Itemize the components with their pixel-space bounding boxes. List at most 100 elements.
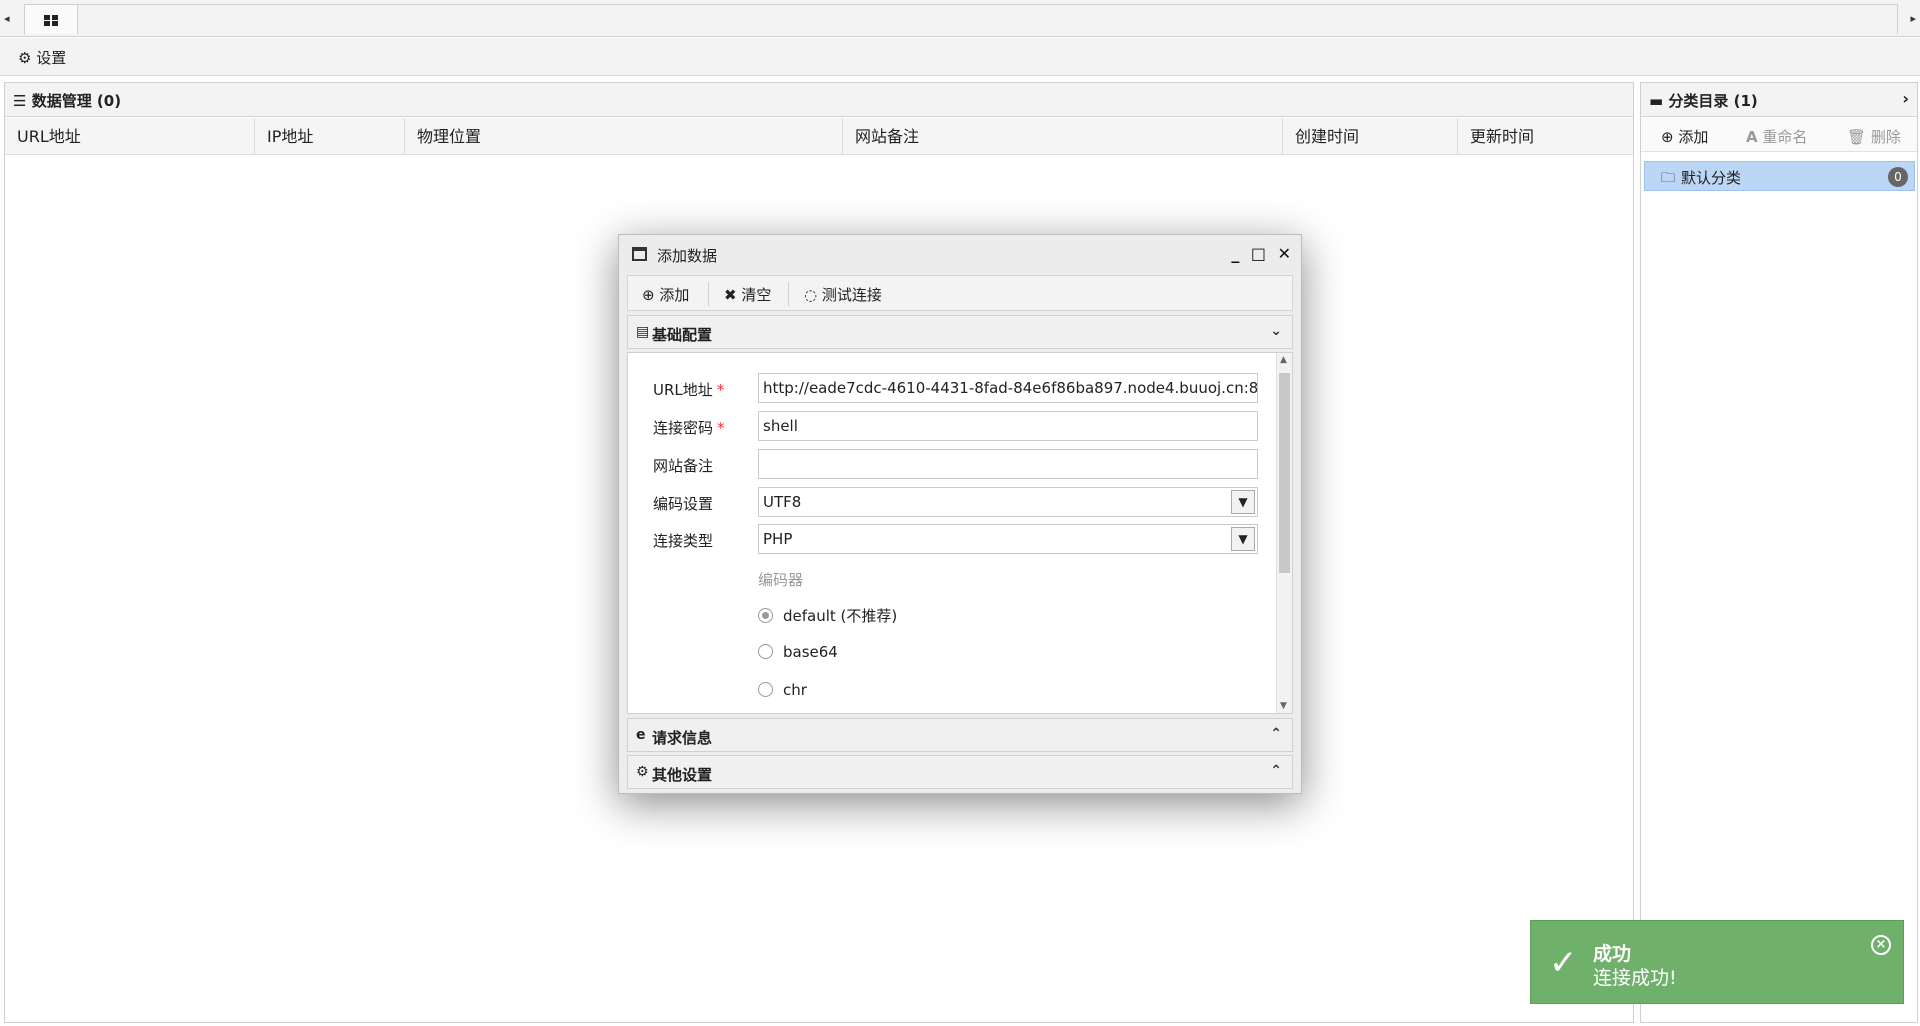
column-header-ip[interactable]: IP地址 (255, 118, 405, 155)
category-panel: ▬ 分类目录 (1) › ⊕ 添加 A 重命名 🗑 删除 🗀 默认分类 0 (1640, 82, 1918, 1023)
encoder-option-chr[interactable]: chr (758, 681, 807, 699)
tab-strip-empty-area (78, 4, 1898, 34)
encoding-select[interactable]: UTF8 ▼ (758, 487, 1258, 517)
section-other-settings[interactable]: ⚙ 其他设置 ⌃ (627, 755, 1293, 789)
tab-home[interactable] (24, 4, 78, 34)
tab-strip: ◂ ▸ (0, 0, 1920, 37)
encoding-select-value: UTF8 (763, 493, 802, 511)
url-label: URL地址 * (653, 381, 725, 399)
url-input[interactable]: http://eade7cdc-4610-4431-8fad-84e6f86ba… (758, 373, 1258, 403)
note-label: 网站备注 (653, 457, 714, 475)
section-request-title: 请求信息 (652, 729, 713, 747)
column-header-url[interactable]: URL地址 (5, 118, 255, 155)
section-basic-title: 基础配置 (652, 326, 713, 344)
close-icon: ✖ (724, 286, 737, 304)
section-other-title: 其他设置 (652, 766, 713, 784)
radio-selected-icon[interactable] (758, 608, 773, 623)
data-panel-header: ☰ 数据管理 (0) (5, 83, 1633, 117)
toast-title: 成功 (1593, 943, 1632, 965)
password-label: 连接密码 * (653, 419, 725, 437)
category-item-label: 默认分类 (1681, 169, 1742, 187)
dialog-titlebar[interactable]: 添加数据 _ □ ✕ (619, 235, 1301, 273)
connection-type-value: PHP (763, 530, 793, 548)
add-data-dialog: 添加数据 _ □ ✕ ⊕ 添加 ✖ 清空 ◌ 测试连接 ▤ 基础配置 ⌄ URL… (618, 234, 1302, 794)
password-input[interactable]: shell (758, 411, 1258, 441)
category-panel-title: ▬ 分类目录 (1) (1649, 90, 1758, 111)
category-item-default[interactable]: 🗀 默认分类 0 (1644, 161, 1915, 191)
encoder-option-label: default (不推荐) (783, 607, 898, 625)
dialog-toolbar: ⊕ 添加 ✖ 清空 ◌ 测试连接 (627, 275, 1293, 311)
tab-scroll-left-button[interactable]: ◂ (4, 12, 18, 28)
category-count-badge: 0 (1888, 167, 1908, 187)
encoding-label: 编码设置 (653, 495, 714, 513)
category-rename-label: 重命名 (1762, 128, 1808, 146)
chevron-right-icon[interactable]: › (1902, 89, 1909, 108)
close-icon[interactable]: ✕ (1278, 244, 1291, 263)
tab-scroll-right-button[interactable]: ▸ (1902, 12, 1916, 28)
chevron-up-icon: ⌃ (1270, 726, 1282, 742)
encoder-option-default[interactable]: default (不推荐) (758, 605, 897, 626)
section-request-info[interactable]: e 请求信息 ⌃ (627, 718, 1293, 752)
settings-button[interactable]: ⚙ 设置 (18, 47, 66, 68)
category-delete-label: 删除 (1870, 128, 1901, 146)
section-basic-config[interactable]: ▤ 基础配置 ⌄ (627, 315, 1293, 349)
folder-icon: ▬ (1649, 92, 1664, 110)
minimize-icon[interactable]: _ (1231, 244, 1239, 263)
scrollbar-thumb[interactable] (1279, 373, 1290, 573)
checkmark-icon: ✓ (1549, 943, 1578, 983)
data-panel-title-text: 数据管理 (0) (31, 92, 122, 110)
chevron-down-icon[interactable]: ▼ (1231, 527, 1255, 551)
success-toast: ✓ 成功 连接成功! × (1530, 920, 1904, 1004)
encoder-option-base64[interactable]: base64 (758, 643, 838, 661)
encoder-option-label: chr (783, 681, 807, 699)
folder-open-icon: 🗀 (1661, 170, 1675, 186)
chevron-down-icon: ⌄ (1270, 323, 1282, 339)
scroll-down-icon[interactable]: ▼ (1280, 701, 1287, 711)
maximize-icon[interactable]: □ (1251, 244, 1266, 263)
test-connection-label: 测试连接 (821, 286, 882, 304)
category-add-button[interactable]: ⊕ 添加 (1661, 126, 1708, 147)
window-controls: _ □ ✕ (1225, 244, 1291, 263)
connection-type-select[interactable]: PHP ▼ (758, 524, 1258, 554)
form-scrollbar[interactable]: ▲ ▼ (1276, 353, 1292, 713)
plus-circle-icon: ⊕ (1661, 128, 1674, 146)
settings-label: 设置 (36, 49, 67, 67)
plus-circle-icon: ⊕ (642, 286, 655, 304)
column-header-location[interactable]: 物理位置 (405, 118, 843, 155)
category-rename-button[interactable]: A 重命名 (1746, 126, 1807, 147)
category-delete-button[interactable]: 🗑 删除 (1847, 126, 1901, 147)
browser-icon: e (636, 727, 646, 743)
chevron-down-icon[interactable]: ▼ (1231, 490, 1255, 514)
dialog-title: 添加数据 (657, 247, 718, 265)
category-panel-title-text: 分类目录 (1) (1668, 92, 1758, 110)
scroll-up-icon[interactable]: ▲ (1280, 355, 1287, 365)
dialog-add-label: 添加 (659, 286, 690, 304)
encoder-option-label: base64 (783, 643, 838, 661)
document-icon: ▤ (636, 324, 650, 340)
dialog-clear-label: 清空 (741, 286, 772, 304)
category-add-label: 添加 (1678, 128, 1709, 146)
column-header-created[interactable]: 创建时间 (1283, 118, 1458, 155)
grid-icon (44, 15, 58, 26)
close-icon[interactable]: × (1871, 935, 1891, 955)
toolbar-divider (788, 282, 789, 306)
spinner-icon: ◌ (804, 286, 818, 304)
test-connection-button[interactable]: ◌ 测试连接 (804, 284, 882, 305)
column-header-updated[interactable]: 更新时间 (1458, 118, 1633, 155)
gears-icon: ⚙ (636, 764, 649, 780)
dialog-add-button[interactable]: ⊕ 添加 (642, 284, 689, 305)
table-header: URL地址 IP地址 物理位置 网站备注 创建时间 更新时间 (5, 118, 1633, 155)
toast-message: 连接成功! (1593, 967, 1677, 989)
radio-icon[interactable] (758, 644, 773, 659)
trash-icon: 🗑 (1847, 128, 1867, 146)
window-icon (632, 247, 647, 261)
radio-icon[interactable] (758, 682, 773, 697)
basic-config-form: URL地址 * http://eade7cdc-4610-4431-8fad-84… (627, 352, 1293, 714)
gear-icon: ⚙ (18, 49, 32, 67)
list-icon: ☰ (13, 92, 27, 110)
dialog-clear-button[interactable]: ✖ 清空 (724, 284, 771, 305)
note-input[interactable] (758, 449, 1258, 479)
toolbar-divider (708, 282, 709, 306)
column-header-note[interactable]: 网站备注 (843, 118, 1283, 155)
encoder-label: 编码器 (758, 571, 804, 589)
